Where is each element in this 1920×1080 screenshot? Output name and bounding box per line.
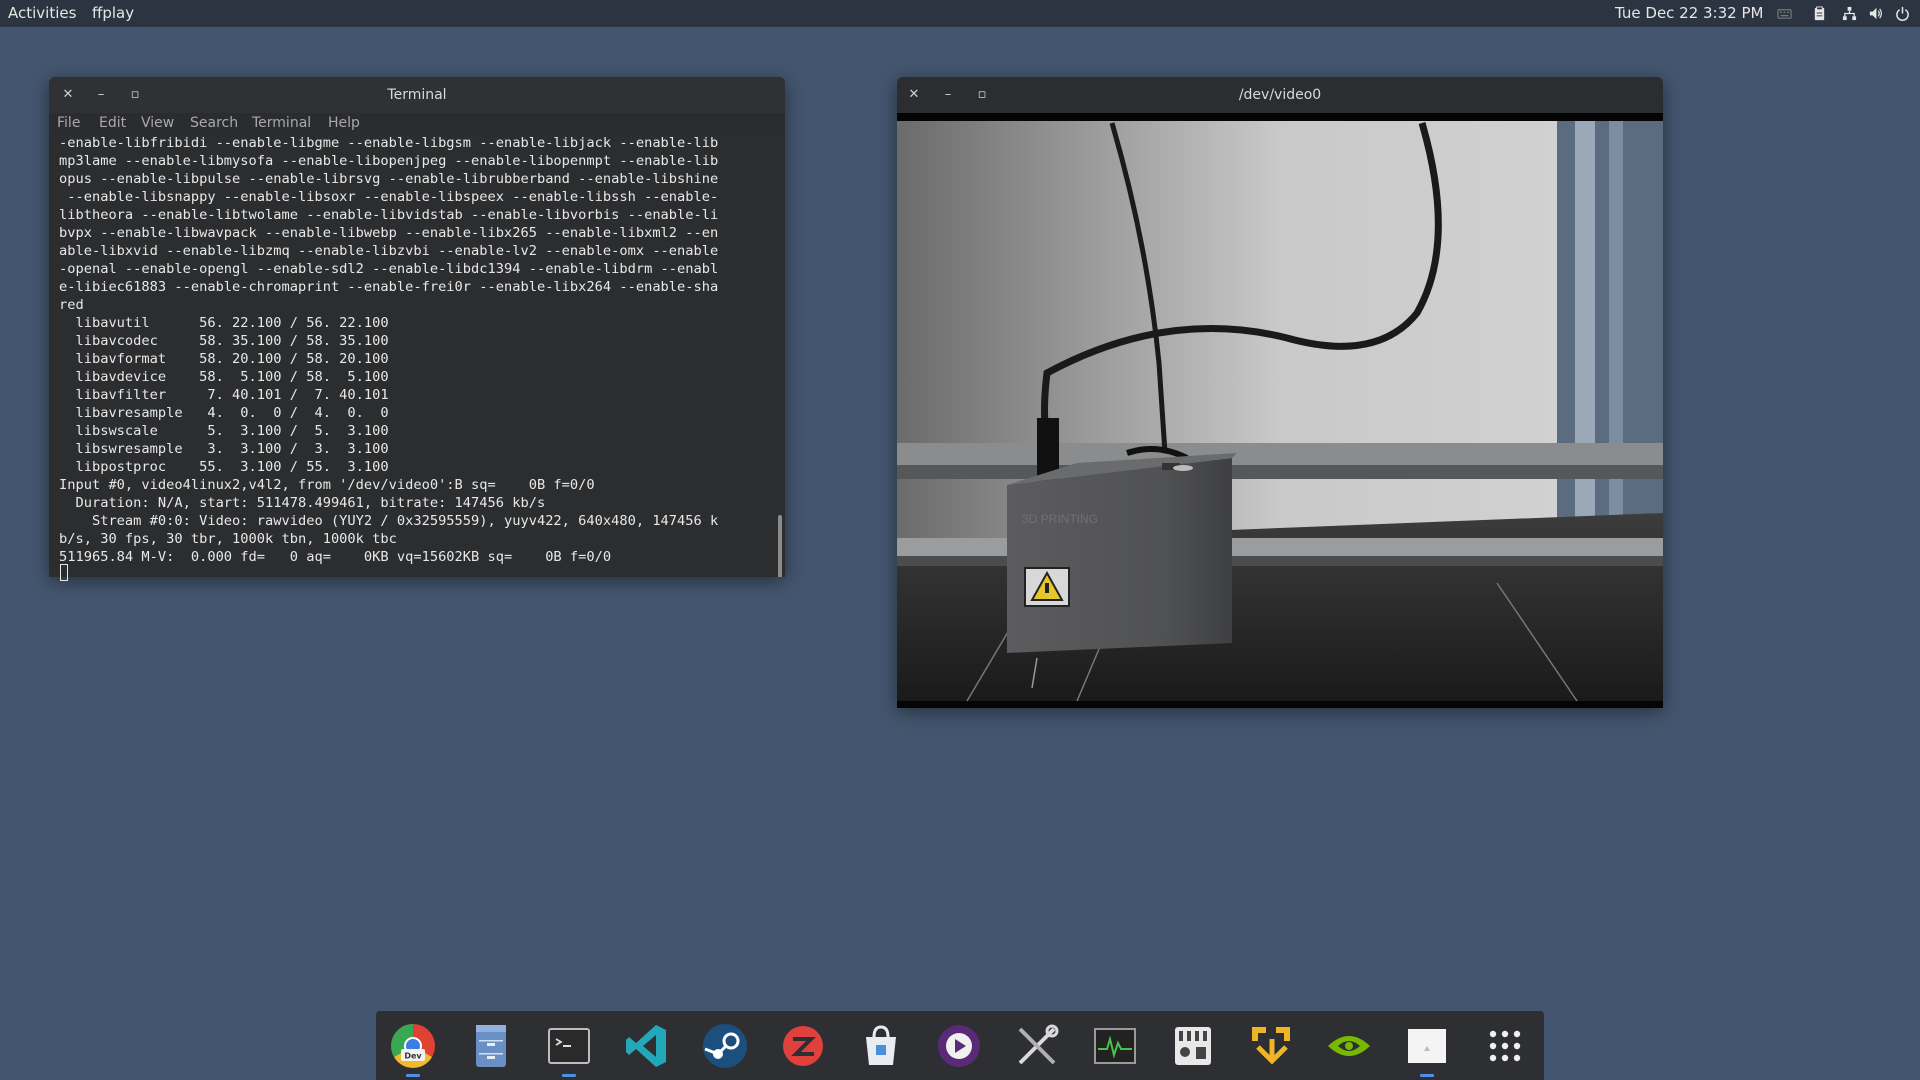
terminal-icon (548, 1028, 590, 1064)
chrome-dev-icon: Dev (391, 1024, 435, 1068)
running-indicator (406, 1074, 420, 1077)
dock-item-store[interactable] (856, 1021, 906, 1071)
media-player-icon (938, 1025, 980, 1067)
keyboard-icon[interactable] (1777, 6, 1792, 21)
dock-item-media-player[interactable] (934, 1021, 984, 1071)
steam-icon (703, 1024, 747, 1068)
dock-item-red-app[interactable] (778, 1021, 828, 1071)
terminal-line: able-libxvid --enable-libzmq --enable-li… (59, 243, 719, 259)
terminal-line: e-libiec61883 --enable-chromaprint --ena… (59, 279, 719, 295)
terminal-menubar: File Edit View Search Terminal Help (49, 113, 785, 133)
dock-item-chrome-dev[interactable]: Dev (388, 1021, 438, 1077)
menu-terminal[interactable]: Terminal (252, 115, 311, 131)
dock-item-vscode[interactable] (622, 1021, 672, 1071)
top-bar: Activities ffplay Tue Dec 22 3:32 PM (0, 0, 1920, 27)
vm-manager-icon (1252, 1027, 1290, 1065)
dock-item-tools[interactable] (1012, 1021, 1062, 1071)
terminal-line: libtheora --enable-libtwolame --enable-l… (59, 207, 719, 223)
terminal-line: b/s, 30 fps, 30 tbr, 1000k tbn, 1000k tb… (59, 531, 397, 547)
dock-item-terminal[interactable] (544, 1021, 594, 1077)
terminal-line: libavresample 4. 0. 0 / 4. 0. 0 (59, 405, 389, 421)
menu-view[interactable]: View (141, 115, 174, 131)
terminal-titlebar[interactable]: ✕ – ▫ Terminal (49, 77, 785, 113)
terminal-line: 511965.84 M-V: 0.000 fd= 0 aq= 0KB vq=15… (59, 549, 612, 565)
terminal-line: Input #0, video4linux2,v4l2, from '/dev/… (59, 477, 595, 493)
dock-item-ffplay[interactable] (1402, 1021, 1452, 1077)
file-manager-icon (476, 1025, 506, 1067)
terminal-scrollbar[interactable] (778, 515, 782, 577)
menu-search[interactable]: Search (190, 115, 238, 131)
app-menu[interactable]: ffplay (92, 4, 134, 22)
terminal-output: -enable-libfribidi --enable-libgme --ena… (59, 134, 718, 566)
terminal-title: Terminal (387, 87, 447, 103)
terminal-line: libavformat 58. 20.100 / 58. 20.100 (59, 351, 389, 367)
show-apps-icon (1489, 1030, 1521, 1062)
terminal-line: Stream #0:0: Video: rawvideo (YUY2 / 0x3… (59, 513, 719, 529)
dock-item-show-apps[interactable] (1480, 1021, 1530, 1071)
settings-tools-icon (1018, 1024, 1059, 1065)
camera-frame: 3D PRINTING (897, 121, 1663, 702)
terminal-line: libavcodec 58. 35.100 / 58. 35.100 (59, 333, 389, 349)
dock-item-files[interactable] (466, 1021, 516, 1071)
terminal-line: opus --enable-libpulse --enable-librsvg … (59, 171, 719, 187)
terminal-line: Duration: N/A, start: 511478.499461, bit… (59, 495, 546, 511)
terminal-line: mp3lame --enable-libmysofa --enable-libo… (59, 153, 719, 169)
power-icon[interactable] (1895, 6, 1910, 21)
network-icon[interactable] (1842, 6, 1857, 21)
terminal-window[interactable]: ✕ – ▫ Terminal File Edit View Search Ter… (49, 77, 785, 581)
clock-time[interactable]: 3:32 PM (1703, 4, 1763, 22)
system-monitor-icon (1094, 1028, 1136, 1064)
terminal-line: red (59, 297, 84, 313)
volume-icon[interactable] (1868, 6, 1883, 21)
dock-item-nvidia[interactable] (1324, 1021, 1374, 1071)
terminal-line: libavfilter 7. 40.101 / 7. 40.101 (59, 387, 389, 403)
video-surface[interactable]: 3D PRINTING (897, 113, 1663, 708)
terminal-output-area[interactable]: -enable-libfribidi --enable-libgme --ena… (49, 133, 785, 577)
terminal-line: bvpx --enable-libwavpack --enable-libweb… (59, 225, 719, 241)
nvidia-icon (1328, 1036, 1370, 1056)
terminal-line: -openal --enable-opengl --enable-sdl2 --… (59, 261, 719, 277)
terminal-line: --enable-libsnappy --enable-libsoxr --en… (59, 189, 719, 205)
svg-text:Dev: Dev (404, 1052, 422, 1061)
terminal-line: libswscale 5. 3.100 / 5. 3.100 (59, 423, 389, 439)
video-titlebar[interactable]: ✕ – ▫ /dev/video0 (897, 77, 1663, 113)
menu-edit[interactable]: Edit (99, 115, 126, 131)
menu-file[interactable]: File (57, 115, 80, 131)
running-indicator (1420, 1074, 1434, 1077)
video-title: /dev/video0 (1238, 87, 1322, 103)
mixer-icon (1175, 1027, 1211, 1065)
dock-item-mixer[interactable] (1168, 1021, 1218, 1071)
red-app-icon (783, 1026, 823, 1066)
activities-button[interactable]: Activities (8, 4, 76, 22)
menu-help[interactable]: Help (328, 115, 360, 131)
terminal-line: -enable-libfribidi --enable-libgme --ena… (59, 135, 719, 151)
vscode-icon (626, 1025, 666, 1067)
clock-date[interactable]: Tue Dec 22 (1615, 4, 1698, 22)
video-window[interactable]: ✕ – ▫ /dev/video0 3D PRINTING (897, 77, 1663, 708)
clipboard-icon[interactable] (1812, 6, 1827, 21)
terminal-line: libavutil 56. 22.100 / 56. 22.100 (59, 315, 389, 331)
dock: Dev (376, 1011, 1544, 1080)
software-store-icon (866, 1025, 896, 1065)
terminal-line: libavdevice 58. 5.100 / 58. 5.100 (59, 369, 389, 385)
running-indicator (562, 1074, 576, 1077)
print-head-label: 3D PRINTING (1022, 512, 1098, 526)
ffplay-icon (1408, 1029, 1446, 1063)
dock-item-system-monitor[interactable] (1090, 1021, 1140, 1071)
dock-item-steam[interactable] (700, 1021, 750, 1071)
terminal-line: libswresample 3. 3.100 / 3. 3.100 (59, 441, 389, 457)
terminal-line: libpostproc 55. 3.100 / 55. 3.100 (59, 459, 389, 475)
text-cursor (60, 564, 68, 581)
dock-item-vm-manager[interactable] (1246, 1021, 1296, 1071)
